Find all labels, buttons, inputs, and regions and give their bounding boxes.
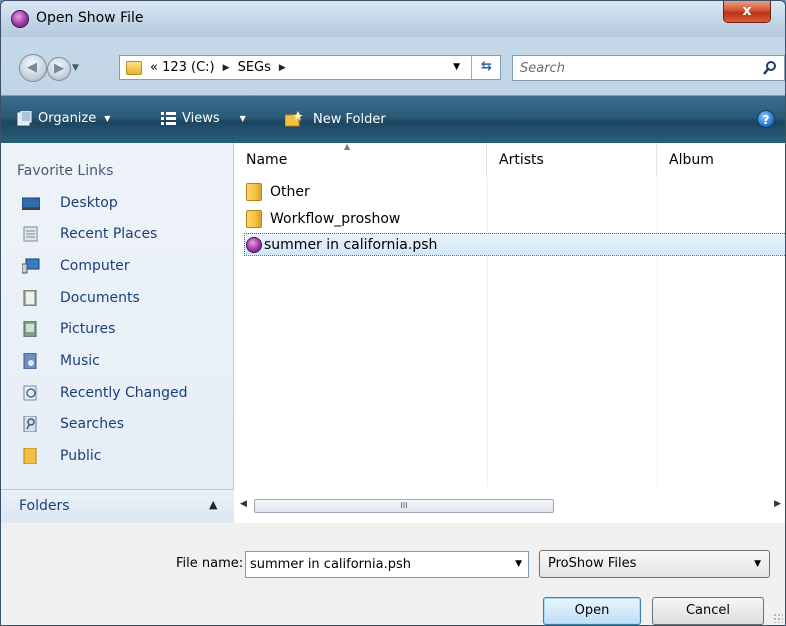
new-folder-label: New Folder: [313, 111, 386, 127]
open-button[interactable]: Open: [543, 597, 641, 625]
sidebar-item-label: Recently Changed: [60, 385, 188, 401]
address-dropdown-icon[interactable]: ▼: [453, 62, 460, 72]
recently-changed-icon: [23, 385, 37, 401]
sidebar-item-label: Public: [60, 448, 102, 464]
search-icon[interactable]: [762, 60, 778, 76]
command-toolbar: Organize ▼ Views ▼ New Folder ?: [1, 95, 785, 143]
proshow-app-icon: [11, 10, 29, 28]
proshow-file-icon: [246, 237, 262, 253]
help-icon[interactable]: ?: [757, 110, 775, 128]
file-name: Workflow_proshow: [270, 211, 401, 227]
chevron-down-icon[interactable]: ▼: [515, 552, 522, 577]
desktop-icon: [22, 197, 40, 210]
file-name-value: summer in california.psh: [250, 557, 411, 572]
computer-icon: [22, 258, 40, 274]
refresh-button[interactable]: ⇆: [471, 56, 501, 79]
sidebar-item-recent-places[interactable]: Recent Places: [22, 223, 157, 245]
list-item-selected[interactable]: summer in california.psh: [246, 234, 437, 256]
open-show-file-dialog: Open Show File x ◀ ▶ ▼ « 123 (C:) ▶ SEGs…: [0, 0, 786, 626]
list-item[interactable]: Workflow_proshow: [246, 208, 400, 230]
dialog-footer: File name: summer in california.psh ▼ Pr…: [1, 523, 785, 625]
forward-button[interactable]: ▶: [47, 57, 71, 81]
scrollbar-thumb[interactable]: III: [254, 499, 554, 513]
views-label: Views: [182, 111, 220, 126]
sidebar-item-music[interactable]: Music: [22, 350, 100, 372]
sidebar-item-label: Pictures: [60, 321, 116, 337]
close-button[interactable]: x: [723, 1, 771, 23]
column-header-artists[interactable]: Artists: [487, 143, 657, 177]
back-arrow-icon: ◀: [27, 60, 37, 75]
organize-label: Organize: [38, 111, 97, 126]
organize-button[interactable]: Organize ▼: [17, 111, 110, 126]
folder-icon: [246, 183, 262, 201]
sidebar-item-label: Searches: [60, 416, 125, 432]
chevron-up-icon[interactable]: ▲: [209, 498, 217, 511]
file-name-label: File name:: [176, 556, 244, 571]
new-folder-button[interactable]: New Folder: [285, 111, 386, 127]
column-header-name[interactable]: Name ▲: [234, 142, 487, 177]
sidebar-item-label: Recent Places: [60, 226, 158, 242]
column-header-album[interactable]: Album: [657, 143, 785, 177]
breadcrumb-segs[interactable]: SEGs: [238, 60, 271, 75]
column-divider: [657, 177, 658, 487]
resize-grip[interactable]: [773, 613, 783, 623]
organize-icon: [17, 111, 32, 126]
music-icon: [23, 353, 37, 369]
file-name: Other: [270, 184, 310, 200]
title-bar[interactable]: Open Show File x: [1, 1, 785, 37]
search-placeholder: Search: [520, 61, 565, 76]
sidebar-item-recently-changed[interactable]: Recently Changed: [22, 382, 188, 404]
navigation-pane: Favorite Links Desktop Recent Places Com…: [1, 143, 234, 523]
horizontal-scrollbar[interactable]: ◀ III ▶: [234, 497, 785, 515]
chevron-down-icon: ▼: [104, 114, 111, 123]
sidebar-item-documents[interactable]: Documents: [22, 287, 140, 309]
sidebar-item-computer[interactable]: Computer: [22, 255, 130, 277]
search-input[interactable]: Search: [512, 55, 785, 81]
sidebar-item-desktop[interactable]: Desktop: [22, 192, 118, 214]
recent-pages-dropdown[interactable]: ▼: [72, 63, 79, 73]
folders-label: Folders: [19, 498, 70, 514]
sidebar-item-pictures[interactable]: Pictures: [22, 318, 115, 340]
address-bar[interactable]: « 123 (C:) ▶ SEGs ▶ ▼: [119, 55, 501, 80]
views-button[interactable]: Views ▼: [161, 111, 246, 126]
chevron-down-icon: ▼: [754, 559, 761, 569]
breadcrumb-separator-icon[interactable]: ▶: [223, 63, 230, 73]
recent-places-icon: [23, 226, 38, 242]
refresh-icon: ⇆: [481, 59, 492, 74]
list-item[interactable]: Other: [246, 181, 310, 203]
public-folder-icon: [23, 448, 37, 464]
file-name-input[interactable]: summer in california.psh ▼: [245, 551, 529, 578]
views-icon: [161, 112, 176, 125]
documents-icon: [23, 290, 37, 306]
sidebar-item-searches[interactable]: Searches: [22, 413, 124, 435]
sidebar-item-public[interactable]: Public: [22, 445, 101, 467]
breadcrumb-separator-icon[interactable]: ▶: [279, 63, 286, 73]
sidebar-item-label: Documents: [60, 290, 140, 306]
back-button[interactable]: ◀: [19, 54, 47, 82]
sidebar-item-label: Computer: [60, 258, 130, 274]
chevron-down-icon: ▼: [239, 114, 246, 123]
sort-ascending-icon: ▲: [344, 142, 351, 151]
scroll-left-icon[interactable]: ◀: [240, 499, 247, 509]
pictures-icon: [23, 321, 37, 337]
cancel-button[interactable]: Cancel: [652, 597, 764, 625]
searches-icon: [23, 416, 37, 432]
file-type-select[interactable]: ProShow Files ▼: [539, 550, 770, 578]
new-folder-icon: [285, 111, 303, 127]
scroll-right-icon[interactable]: ▶: [774, 499, 781, 509]
sidebar-item-label: Music: [60, 353, 100, 369]
folder-icon: [246, 210, 262, 228]
file-list: Name ▲ Artists Album Other Workflow_pros…: [234, 142, 785, 523]
file-name: summer in california.psh: [264, 237, 438, 253]
breadcrumb-drive[interactable]: « 123 (C:): [150, 60, 215, 75]
favorite-links-header: Favorite Links: [17, 163, 114, 179]
sidebar-item-label: Desktop: [60, 195, 118, 211]
folder-icon: [126, 60, 142, 75]
column-divider: [487, 177, 488, 487]
file-type-value: ProShow Files: [548, 556, 637, 571]
window-title: Open Show File: [36, 10, 144, 26]
forward-arrow-icon: ▶: [54, 61, 64, 76]
folders-toggle[interactable]: Folders ▲: [1, 489, 234, 523]
